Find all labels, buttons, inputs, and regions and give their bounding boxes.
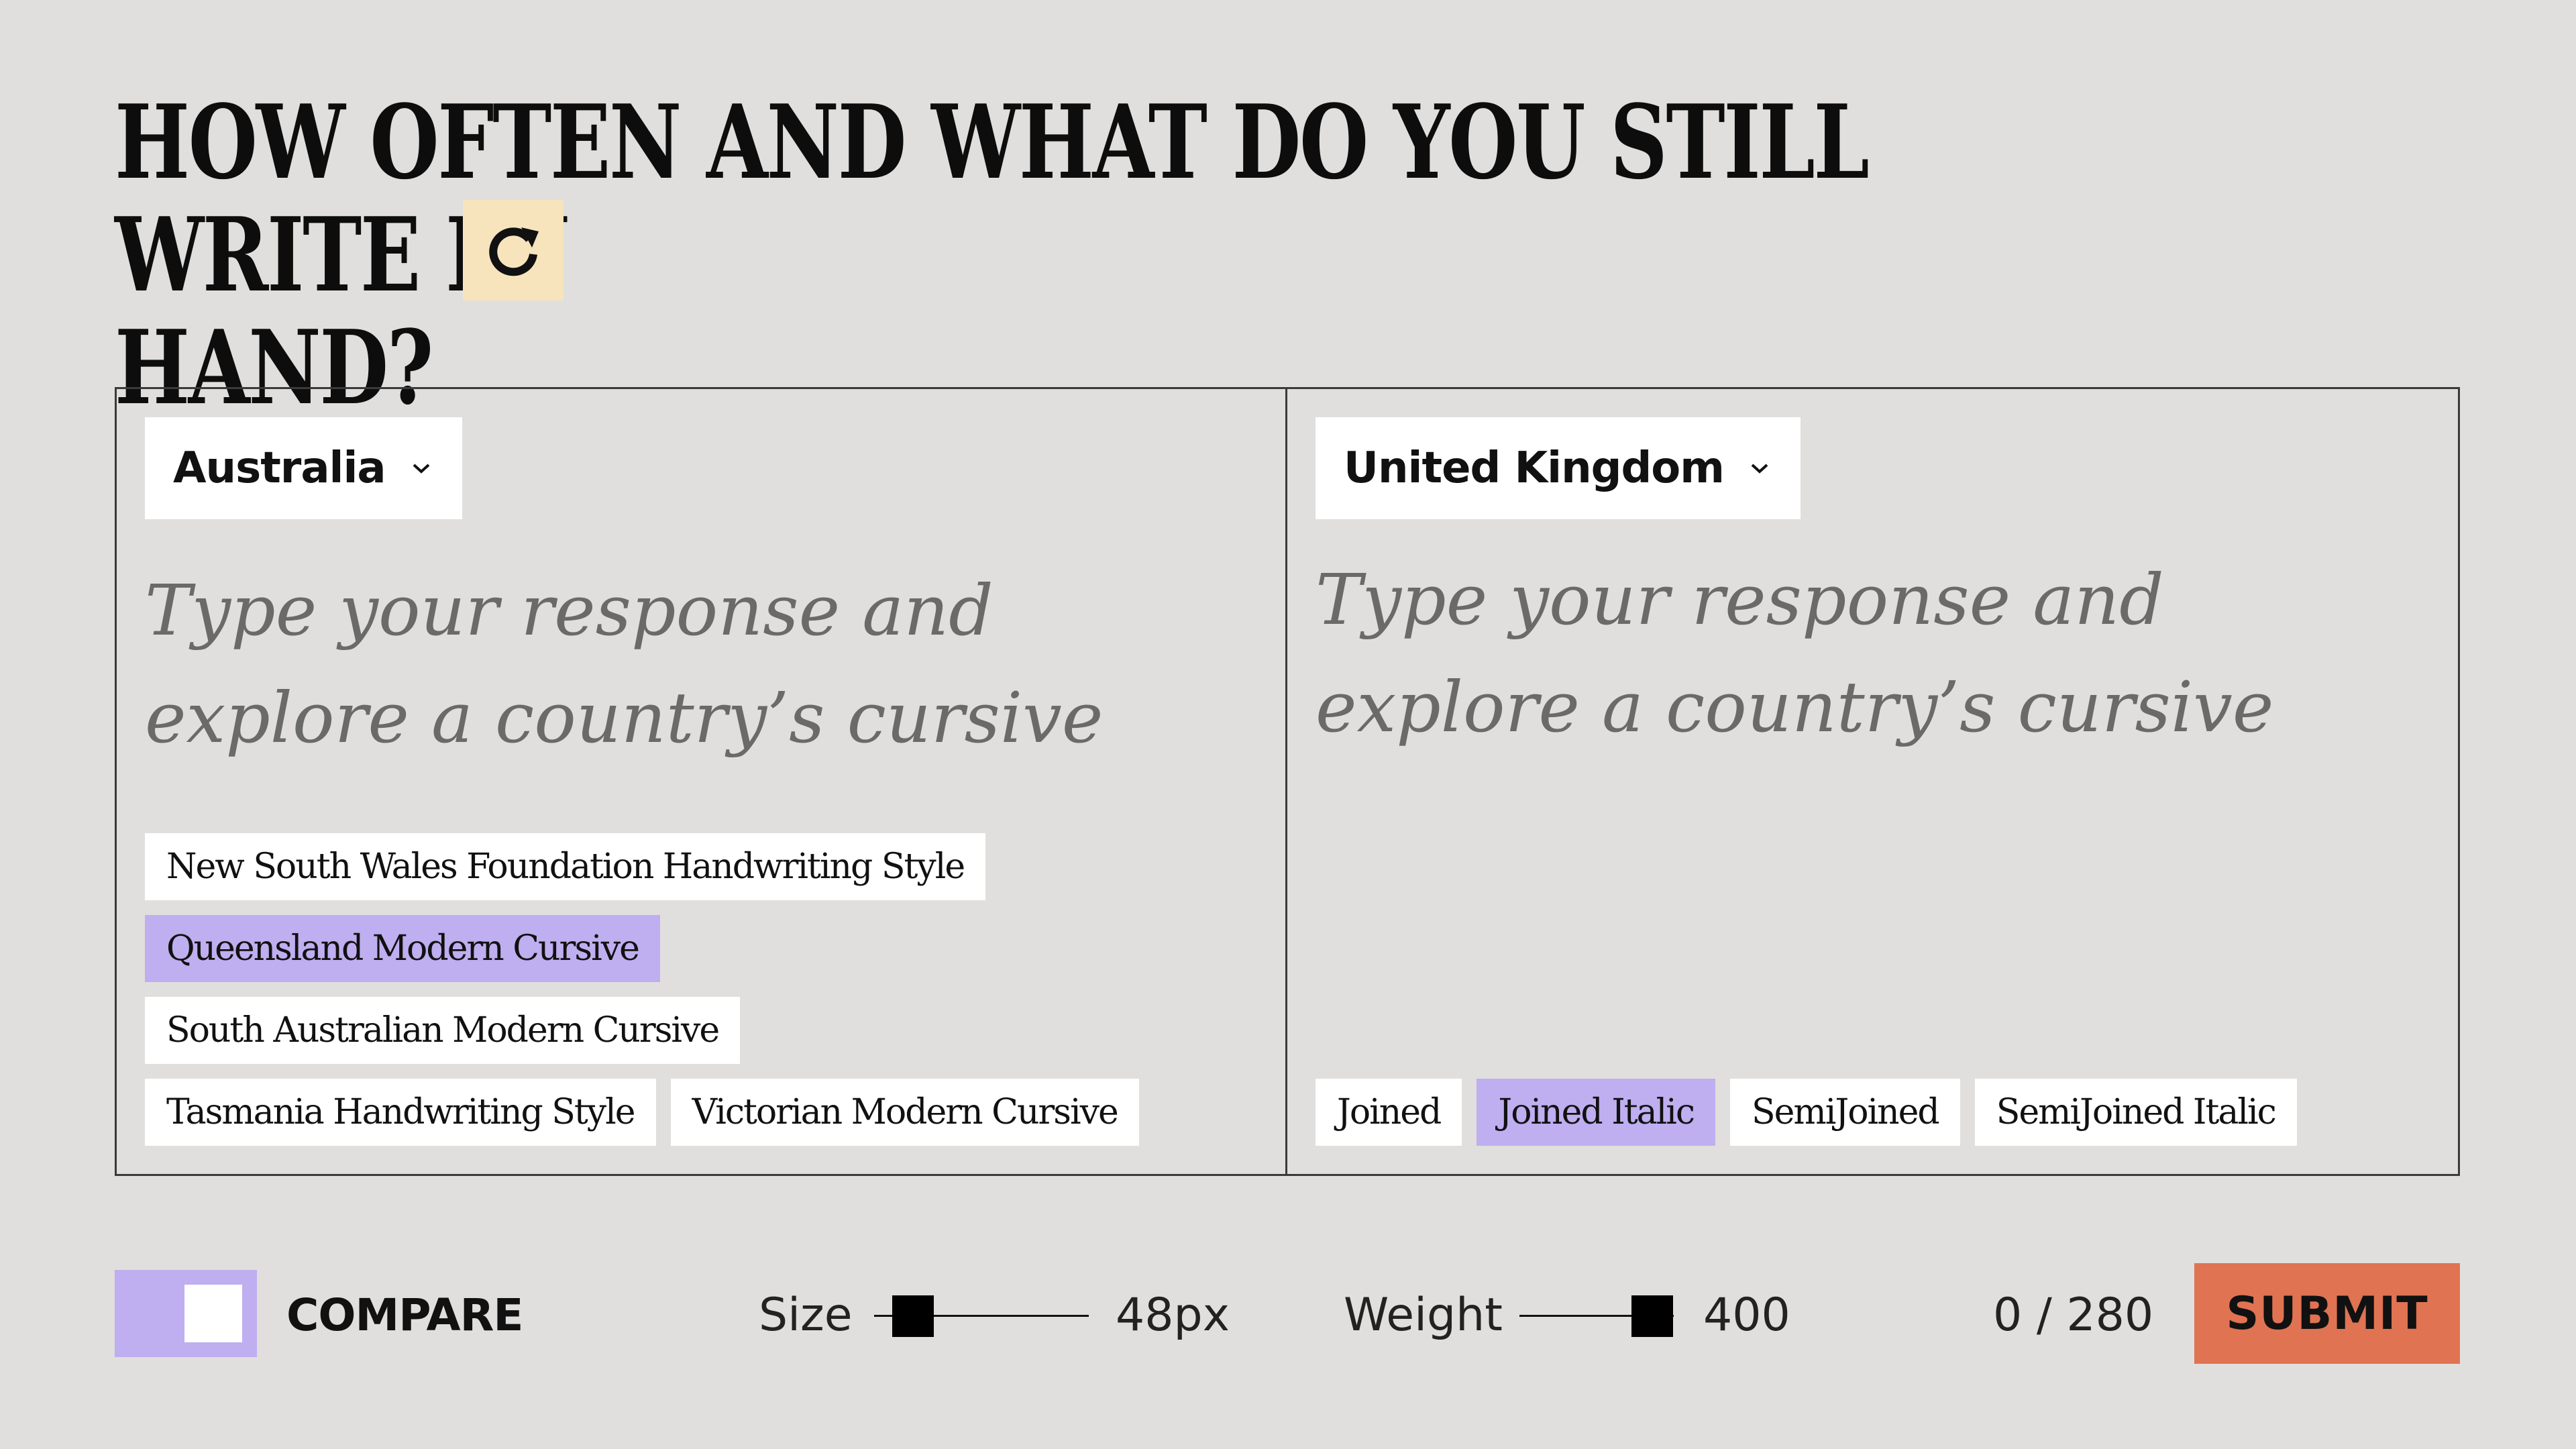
page-title: HOW OFTEN AND WHAT DO YOU STILL WRITE BY… xyxy=(115,86,1946,424)
right-style-options: Joined Joined Italic SemiJoined SemiJoin… xyxy=(1316,1079,2422,1146)
weight-value: 400 xyxy=(1703,1289,1790,1342)
weight-label: Weight xyxy=(1344,1289,1503,1342)
style-option-tasmania-handwriting[interactable]: Tasmania Handwriting Style xyxy=(145,1079,656,1146)
page-title-line-1: HOW OFTEN AND WHAT DO YOU STILL WRITE BY xyxy=(115,82,1870,315)
left-country-label: Australia xyxy=(173,443,386,493)
weight-slider[interactable] xyxy=(1519,1293,1674,1338)
bottom-toolbar: COMPARE Size 48px Weight 400 0 / 280 SUB… xyxy=(115,1263,2460,1364)
size-label: Size xyxy=(759,1289,853,1342)
right-country-label: United Kingdom xyxy=(1344,443,1725,493)
style-option-joined[interactable]: Joined xyxy=(1316,1079,1462,1146)
refresh-button[interactable] xyxy=(463,200,564,301)
right-country-select[interactable]: United Kingdom xyxy=(1316,417,1801,519)
style-option-queensland-modern-cursive[interactable]: Queensland Modern Cursive xyxy=(145,915,660,982)
style-option-semijoined-italic[interactable]: SemiJoined Italic xyxy=(1974,1079,2297,1146)
size-slider-thumb[interactable] xyxy=(892,1295,934,1337)
style-option-south-australian-modern-cursive[interactable]: South Australian Modern Cursive xyxy=(145,997,741,1064)
chevron-down-icon xyxy=(410,461,433,476)
character-counter: 0 / 280 xyxy=(1993,1289,2154,1342)
right-country-column: United Kingdom Joined Joined Italic Semi… xyxy=(1287,389,2458,1174)
style-option-nsw-foundation[interactable]: New South Wales Foundation Handwriting S… xyxy=(145,833,986,900)
chevron-down-icon xyxy=(1748,461,1771,476)
style-option-victorian-modern-cursive[interactable]: Victorian Modern Cursive xyxy=(670,1079,1139,1146)
refresh-icon xyxy=(489,227,539,276)
left-country-column: Australia New South Wales Foundation Han… xyxy=(117,389,1287,1174)
compare-toggle[interactable] xyxy=(115,1270,257,1357)
weight-slider-thumb[interactable] xyxy=(1631,1295,1673,1337)
left-country-select[interactable]: Australia xyxy=(145,417,462,519)
left-style-options: New South Wales Foundation Handwriting S… xyxy=(145,833,1252,1146)
style-option-semijoined[interactable]: SemiJoined xyxy=(1730,1079,1960,1146)
style-option-joined-italic[interactable]: Joined Italic xyxy=(1477,1079,1716,1146)
size-slider[interactable] xyxy=(874,1293,1089,1338)
left-response-input[interactable] xyxy=(145,557,1245,778)
size-value: 48px xyxy=(1116,1289,1230,1342)
right-response-input[interactable] xyxy=(1316,546,2416,767)
compare-label: COMPARE xyxy=(286,1289,524,1341)
compare-toggle-knob xyxy=(184,1285,242,1342)
submit-button[interactable]: SUBMIT xyxy=(2194,1263,2460,1364)
comparison-panel: Australia New South Wales Foundation Han… xyxy=(115,387,2460,1176)
